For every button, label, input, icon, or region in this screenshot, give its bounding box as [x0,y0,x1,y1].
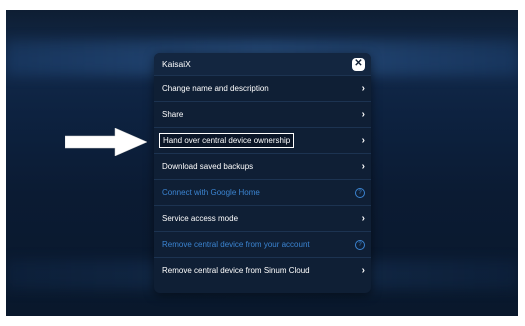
menu-item-label: Remove central device from Sinum Cloud [162,266,310,275]
menu-item-change-name[interactable]: Change name and description › [154,75,371,101]
chevron-right-icon: › [361,109,365,120]
menu-item-label: Share [162,110,184,119]
pointer-arrow-icon [65,128,147,156]
help-icon[interactable]: ? [355,239,365,250]
menu-item-share[interactable]: Share › [154,101,371,127]
menu-item-label: Connect with Google Home [162,188,260,197]
chevron-right-icon: › [361,265,365,276]
menu-item-label: Remove central device from your account [162,240,310,249]
menu-item-remove-from-cloud[interactable]: Remove central device from Sinum Cloud › [154,257,371,283]
chevron-right-icon: › [361,161,365,172]
menu-item-service-access[interactable]: Service access mode › [154,205,371,231]
help-icon[interactable]: ? [355,187,365,198]
menu-item-remove-from-account: Remove central device from your account … [154,231,371,257]
close-button[interactable]: ✕ [352,57,365,71]
chevron-right-icon: › [361,213,365,224]
menu-item-download-backups[interactable]: Download saved backups › [154,153,371,179]
chevron-right-icon: › [361,83,365,94]
dialog-header: KaisaiX ✕ [154,53,371,75]
device-options-dialog: KaisaiX ✕ Change name and description › … [154,53,371,293]
app-screen: KaisaiX ✕ Change name and description › … [6,10,518,316]
menu-item-label: Download saved backups [162,162,254,171]
menu-item-label: Hand over central device ownership [159,133,295,148]
menu-item-label: Service access mode [162,214,239,223]
chevron-right-icon: › [361,135,365,146]
menu-item-hand-over-ownership[interactable]: Hand over central device ownership › [154,127,371,153]
menu-item-label: Change name and description [162,84,269,93]
dialog-title: KaisaiX [162,59,191,69]
menu-item-google-home: Connect with Google Home ? [154,179,371,205]
